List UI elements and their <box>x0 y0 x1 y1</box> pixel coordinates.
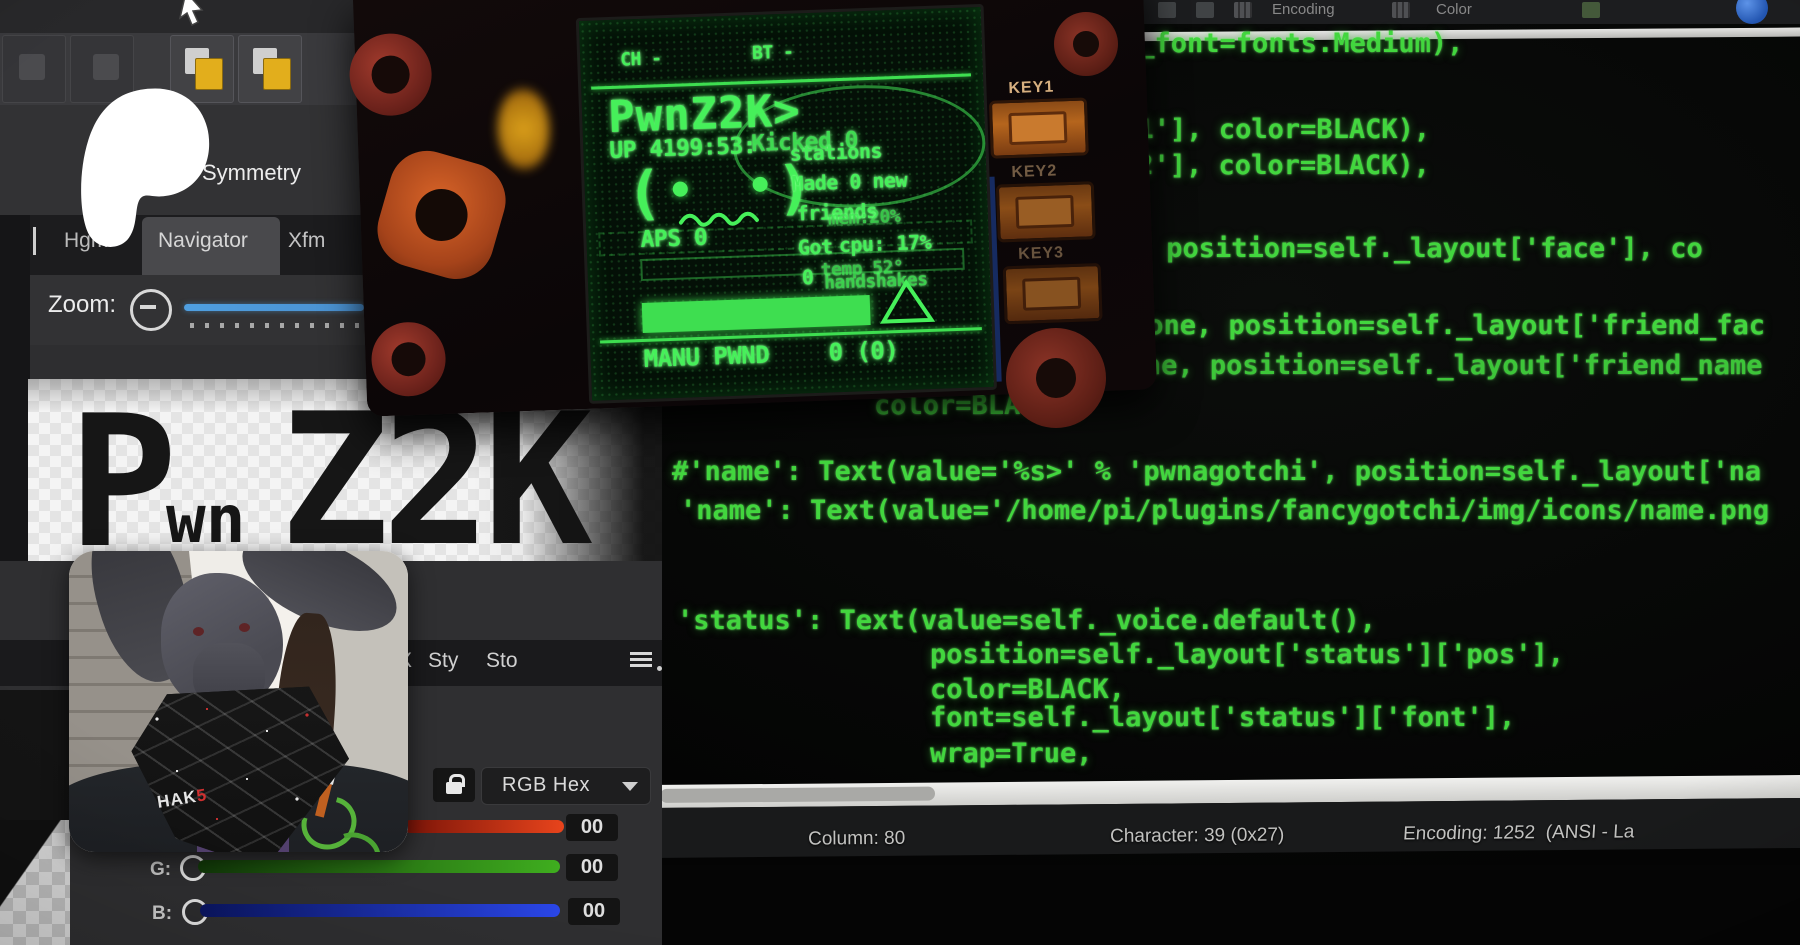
oled-bluetooth: BT - <box>752 42 794 64</box>
status-character: Character: 39 (0x27) <box>1110 824 1284 848</box>
red-slider[interactable] <box>404 820 564 833</box>
webcam-overlay: HAK5 <box>69 551 408 852</box>
oled-pwnd-count: 0 (0) <box>828 336 899 366</box>
key1-button <box>989 97 1089 158</box>
oled-face-left-paren: ( <box>626 158 663 227</box>
green-slider[interactable] <box>198 860 560 873</box>
tab-divider <box>33 227 36 255</box>
blue-value[interactable]: 00 <box>568 898 620 925</box>
color-mode-label: RGB Hex <box>502 774 590 797</box>
standoff-screw <box>370 321 447 398</box>
chevron-down-icon <box>622 782 638 791</box>
zoom-out-button[interactable] <box>130 289 172 331</box>
canvas-corner-dark <box>0 690 70 822</box>
zoom-label: Zoom: <box>48 291 116 319</box>
oled-channel: CH - <box>620 48 662 70</box>
oled-screen: CH - BT - PwnZ2K> UP 4199:53: Kicked 0 (… <box>576 4 997 404</box>
docker-menu-icon[interactable] <box>630 652 652 670</box>
canvas-corner-checker <box>0 820 70 945</box>
key1-label: KEY1 <box>1008 78 1054 98</box>
oled-mode: MANU PWND <box>643 341 769 373</box>
oled-aps: APS 0 <box>640 225 708 253</box>
key3-label: KEY3 <box>1018 244 1064 264</box>
oled-made: Made 0 new <box>791 168 907 196</box>
status-bar: Column: 80 Character: 39 (0x27) Encoding… <box>640 798 1800 858</box>
mouse-cursor <box>172 0 206 26</box>
standoff-screw <box>348 32 433 117</box>
symmetry-label: Symmetry <box>202 160 301 186</box>
status-column: Column: 80 <box>808 828 905 851</box>
oled-triangle-icon <box>878 277 936 327</box>
mask-eye <box>239 623 250 632</box>
code-editor-toolbar: Encoding Color <box>1130 0 1800 24</box>
tool-button-1[interactable] <box>2 35 66 103</box>
blue-slider[interactable] <box>200 904 560 917</box>
joystick <box>369 142 515 288</box>
lock-button[interactable] <box>433 768 475 802</box>
key2-button <box>996 181 1096 242</box>
zoom-slider[interactable] <box>184 304 364 311</box>
color-mode-dropdown[interactable]: RGB Hex <box>481 767 651 805</box>
tab-xfm[interactable]: Xfm <box>288 229 325 253</box>
blue-label: B: <box>152 903 172 925</box>
tab-sty[interactable]: Sty <box>428 649 458 673</box>
washer-screw <box>1006 328 1106 428</box>
layer-front-icon <box>263 58 291 90</box>
zoom-ticks <box>190 323 362 328</box>
menu-color[interactable]: Color <box>1436 1 1472 18</box>
leaf-icon[interactable] <box>1582 2 1600 18</box>
screenshot-root: Encoding Color tt_font=fonts.Medium),['l… <box>0 0 1800 945</box>
patreon-logo[interactable] <box>70 78 212 258</box>
view-icon[interactable] <box>1234 2 1252 18</box>
print-icon[interactable] <box>1158 2 1176 18</box>
oled-stations: stations <box>789 139 882 166</box>
mask-eye <box>193 627 204 636</box>
zoom-in-icon[interactable] <box>1196 2 1214 18</box>
red-value[interactable]: 00 <box>566 814 618 841</box>
canvas-corner-shape <box>0 820 70 945</box>
green-label: G: <box>150 859 171 881</box>
key2-label: KEY2 <box>1011 162 1057 182</box>
tab-sto[interactable]: Sto <box>486 649 518 673</box>
docker-menu-dot <box>657 666 662 671</box>
washer-screw <box>1054 12 1118 76</box>
duplicate-layer-button[interactable] <box>238 35 302 103</box>
menu-encoding[interactable]: Encoding <box>1272 1 1335 18</box>
status-encoding: Encoding: 1252 (ANSI - La <box>1402 821 1635 845</box>
light-reflection <box>496 87 551 171</box>
scrollbar-thumb[interactable] <box>660 787 935 803</box>
green-value[interactable]: 00 <box>566 854 618 881</box>
key3-button <box>1003 263 1103 324</box>
color-grid-icon[interactable] <box>1392 2 1410 18</box>
